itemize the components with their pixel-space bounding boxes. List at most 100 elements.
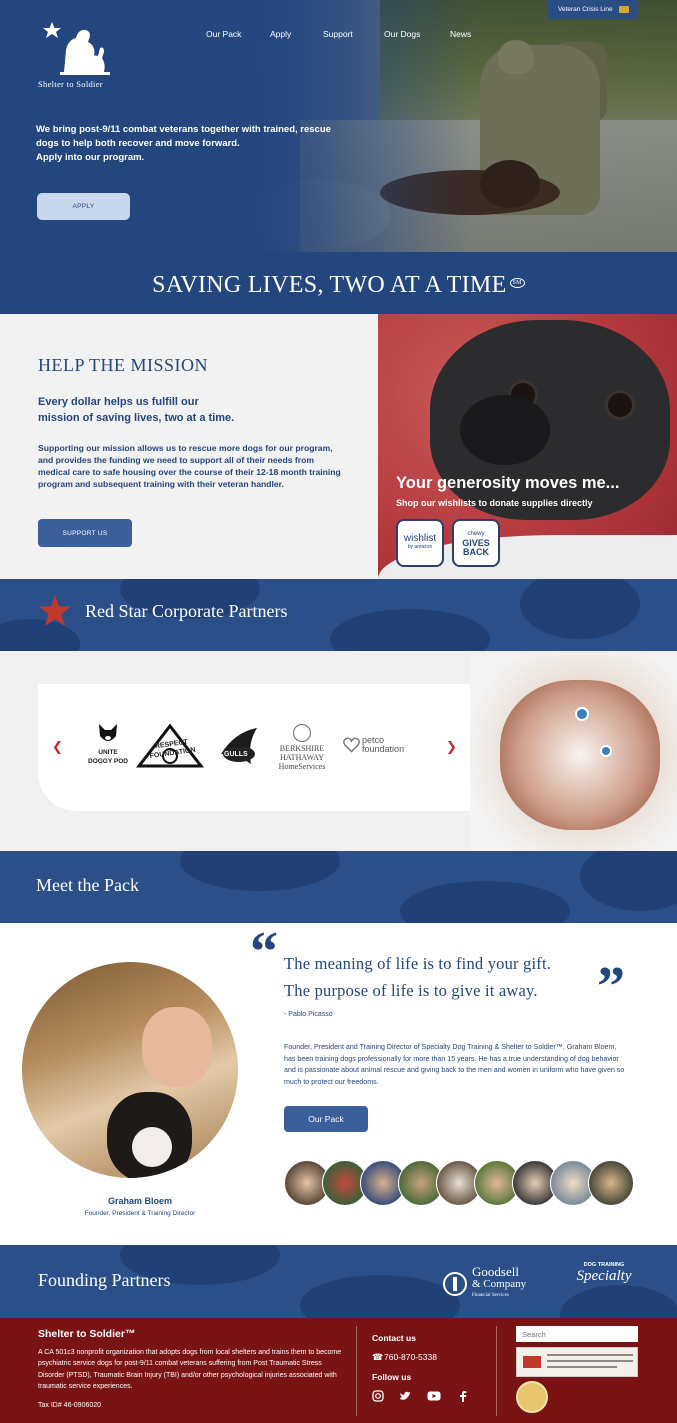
footer-divider — [496, 1326, 497, 1416]
chevron-right-icon[interactable]: ❯ — [446, 739, 457, 755]
puppy-eye — [600, 745, 612, 757]
team-avatar[interactable] — [588, 1160, 634, 1206]
partner-logo-berkshire[interactable]: BERKSHIRE HATHAWAY HomeServices — [268, 724, 336, 771]
camo-shape — [580, 851, 677, 911]
partner-logo-petco[interactable]: petco foundation — [343, 736, 425, 754]
petco-heart-icon — [343, 737, 360, 753]
nav-our-pack[interactable]: Our Pack — [206, 29, 241, 39]
crisis-line-icon — [618, 6, 629, 13]
red-star-icon — [39, 595, 71, 626]
person-name: Graham Bloem — [107, 1196, 173, 1206]
quote-line: The meaning of life is to find your gift… — [284, 954, 552, 973]
crisis-line-label: Veteran Crisis Line — [558, 6, 613, 13]
support-us-button[interactable]: SUPPORT US — [38, 519, 132, 547]
camo-shape — [520, 579, 640, 639]
contact-title: Contact us — [372, 1333, 416, 1343]
quote-author: - Pablo Picasso — [284, 1011, 333, 1018]
partner-logo-respect[interactable]: RESPECT FOUNDATION — [134, 722, 206, 772]
founder-bio: Founder, President and Training Director… — [284, 1043, 625, 1086]
accreditation-text-line — [547, 1354, 633, 1356]
our-pack-button[interactable]: Our Pack — [284, 1106, 368, 1132]
mission-lead-line: mission of saving lives, two at a time. — [38, 412, 235, 424]
portrait-face — [142, 1007, 212, 1087]
goodsell-company-logo[interactable]: Goodsell & Company Financial Services — [442, 1264, 527, 1302]
boston-terrier-icon — [99, 724, 117, 741]
specialty-dog-training-logo[interactable]: DOG TRAINING Specialty — [568, 1262, 640, 1302]
camo-shape — [400, 881, 570, 923]
nav-apply[interactable]: Apply — [270, 29, 291, 39]
shelter-to-soldier-logo[interactable] — [40, 20, 130, 78]
red-star-title: Red Star Corporate Partners — [85, 601, 288, 621]
logo-text: Shelter to Soldier — [38, 79, 103, 89]
accreditation-badge[interactable] — [516, 1347, 638, 1377]
chevron-left-icon[interactable]: ❮ — [52, 739, 63, 755]
person-role: Founder, President & Training Director — [84, 1210, 196, 1217]
generosity-subtitle: Shop our wishlists to donate supplies di… — [396, 498, 593, 508]
goodsell-icon — [443, 1272, 467, 1296]
gulls-logo — [221, 728, 257, 764]
service-mark: SM — [509, 278, 525, 288]
generosity-title: Your generosity moves me... — [396, 474, 620, 492]
graham-bloem-portrait — [22, 962, 238, 1178]
twitter-icon[interactable] — [399, 1390, 411, 1402]
transparency-seal-icon[interactable] — [516, 1381, 548, 1413]
dog-head — [480, 160, 540, 208]
soldier-helmet — [498, 40, 534, 74]
facebook-icon[interactable] — [457, 1390, 469, 1402]
footer-search-input[interactable] — [516, 1326, 638, 1342]
partner-logo-text: BERKSHIRE HATHAWAY HomeServices — [278, 744, 326, 771]
chewy-gives-back-badge[interactable]: chewy GIVES BACK — [452, 519, 500, 567]
partner-logo-text: petco foundation — [362, 735, 405, 754]
mission-lead: Every dollar helps us fulfill our missio… — [38, 394, 298, 426]
hero-copy-line: Apply into our program. — [36, 152, 145, 163]
amazon-wishlist-badge[interactable]: wishlist by amazon — [396, 519, 444, 567]
quote-line: The purpose of life is to give it away. — [284, 981, 538, 1000]
mission-title: HELP THE MISSION — [38, 355, 209, 375]
nav-support[interactable]: Support — [323, 29, 353, 39]
wishlist-badge-text: wishlist — [403, 533, 437, 544]
phone-icon: ☎ — [372, 1352, 384, 1362]
tagline-text: SAVING LIVES, TWO AT A TIME SM — [0, 272, 677, 299]
open-quote-icon: “ — [250, 921, 278, 983]
meet-the-pack-title: Meet the Pack — [36, 875, 139, 895]
partner-logo-unite[interactable]: UNITE DOGGY POD — [86, 722, 130, 766]
nav-news[interactable]: News — [450, 29, 471, 39]
founding-partners-title: Founding Partners — [38, 1270, 171, 1290]
footer-description: A CA 501c3 nonprofit organization that a… — [38, 1349, 342, 1390]
camo-shape — [300, 1275, 460, 1318]
wishlist-badge-sub: by amazon — [407, 544, 433, 550]
goodsell-name: Goodsell — [472, 1264, 519, 1279]
mission-body: Supporting our mission allows us to resc… — [38, 443, 341, 490]
youtube-icon[interactable] — [427, 1390, 441, 1402]
puppy-face — [500, 680, 660, 830]
footer-title: Shelter to Soldier™ — [38, 1328, 136, 1340]
portrait-dog-muzzle — [132, 1127, 172, 1167]
accreditation-flag-icon — [523, 1356, 541, 1368]
hero-copy: We bring post-9/11 combat veterans toget… — [36, 123, 356, 165]
veteran-crisis-line-button[interactable]: Veteran Crisis Line — [548, 0, 638, 19]
mission-lead-line: Every dollar helps us fulfill our — [38, 396, 199, 408]
camo-shape — [330, 609, 490, 651]
hero-copy-line: We bring post-9/11 combat veterans toget… — [36, 124, 331, 135]
chewy-badge-back: BACK — [463, 546, 489, 557]
apply-button[interactable]: APPLY — [37, 193, 130, 220]
footer-phone[interactable]: 760-870-5338 — [384, 1352, 437, 1362]
partner-logo-gulls[interactable]: GULLS — [216, 724, 262, 772]
camo-shape — [180, 851, 340, 891]
partner-logo-text: GULLS — [224, 751, 248, 758]
partner-logo-text: UNITE DOGGY POD — [88, 749, 128, 765]
specialty-script: Specialty — [576, 1268, 632, 1284]
accreditation-text-line — [547, 1360, 633, 1362]
instagram-icon[interactable] — [372, 1390, 384, 1402]
footer-tax-id: Tax ID# 46-0906020 — [38, 1402, 102, 1409]
tagline-main: SAVING LIVES, TWO AT A TIME — [152, 272, 507, 298]
hero-copy-line: dogs to help both recover and move forwa… — [36, 138, 240, 149]
tagline-band: SAVING LIVES, TWO AT A TIME SM — [0, 252, 677, 314]
nav-our-dogs[interactable]: Our Dogs — [384, 29, 420, 39]
pug-eye — [605, 390, 635, 420]
footer-divider — [356, 1326, 357, 1416]
puppy-eye — [575, 707, 589, 721]
goodsell-sub: & Company — [472, 1278, 527, 1290]
goodsell-tag: Financial Services — [472, 1293, 509, 1298]
follow-title: Follow us — [372, 1372, 412, 1382]
